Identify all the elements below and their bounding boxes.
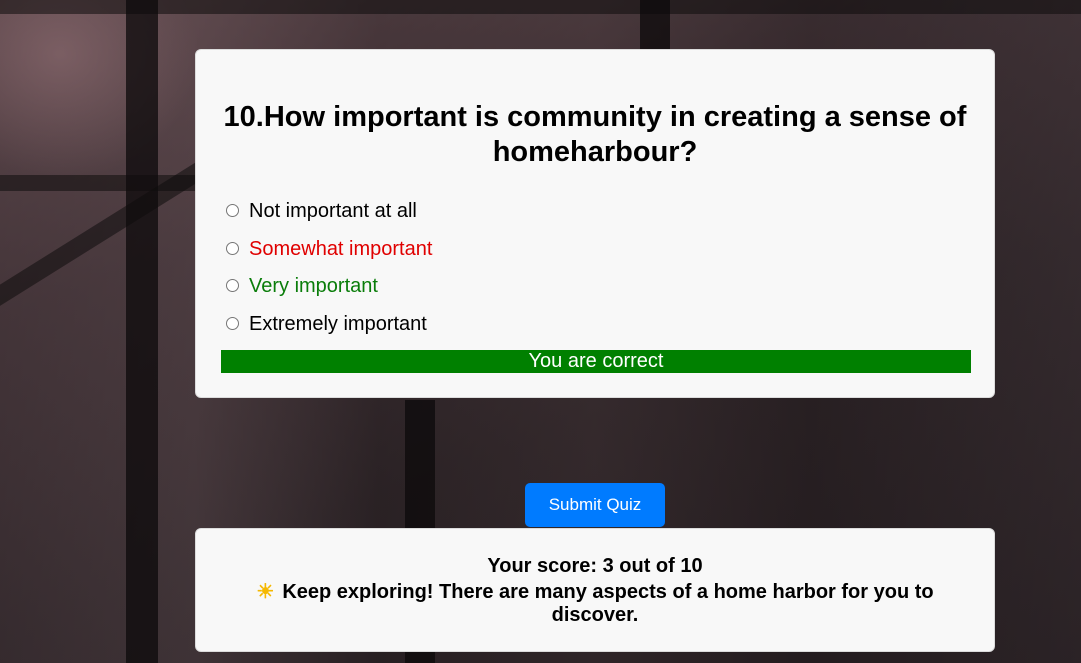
background-frame-bar bbox=[0, 0, 1081, 14]
option-extremely-important[interactable]: Extremely important bbox=[226, 306, 432, 344]
score-text: Your score: 3 out of 10 bbox=[487, 555, 703, 577]
radio-button[interactable] bbox=[226, 316, 239, 330]
option-label[interactable]: Not important at all bbox=[249, 200, 417, 223]
option-somewhat-important[interactable]: Somewhat important bbox=[226, 231, 432, 269]
radio-button[interactable] bbox=[226, 204, 239, 218]
option-not-important[interactable]: Not important at all bbox=[226, 193, 432, 231]
background-frame-bar bbox=[640, 0, 670, 50]
submit-quiz-button[interactable]: Submit Quiz bbox=[525, 483, 665, 527]
radio-button[interactable] bbox=[226, 241, 239, 255]
radio-button[interactable] bbox=[226, 279, 239, 293]
result-message: ☀ Keep exploring! There are many aspects … bbox=[245, 581, 945, 627]
option-very-important[interactable]: Very important bbox=[226, 268, 432, 306]
background-frame-bar bbox=[126, 0, 158, 663]
result-card: Your score: 3 out of 10 ☀ Keep exploring!… bbox=[195, 528, 995, 652]
question-card: 10.How important is community in creatin… bbox=[195, 49, 995, 398]
question-title: 10.How important is community in creatin… bbox=[223, 101, 967, 168]
option-label[interactable]: Extremely important bbox=[249, 313, 427, 336]
sun-icon: ☀ bbox=[256, 581, 275, 603]
option-label[interactable]: Very important bbox=[249, 275, 378, 298]
feedback-banner: You are correct bbox=[221, 350, 971, 373]
option-label[interactable]: Somewhat important bbox=[249, 238, 432, 261]
result-message-text: Keep exploring! There are many aspects o… bbox=[282, 581, 934, 626]
answer-options: Not important at all Somewhat important … bbox=[226, 193, 432, 343]
background-photo-highlight bbox=[0, 0, 200, 180]
